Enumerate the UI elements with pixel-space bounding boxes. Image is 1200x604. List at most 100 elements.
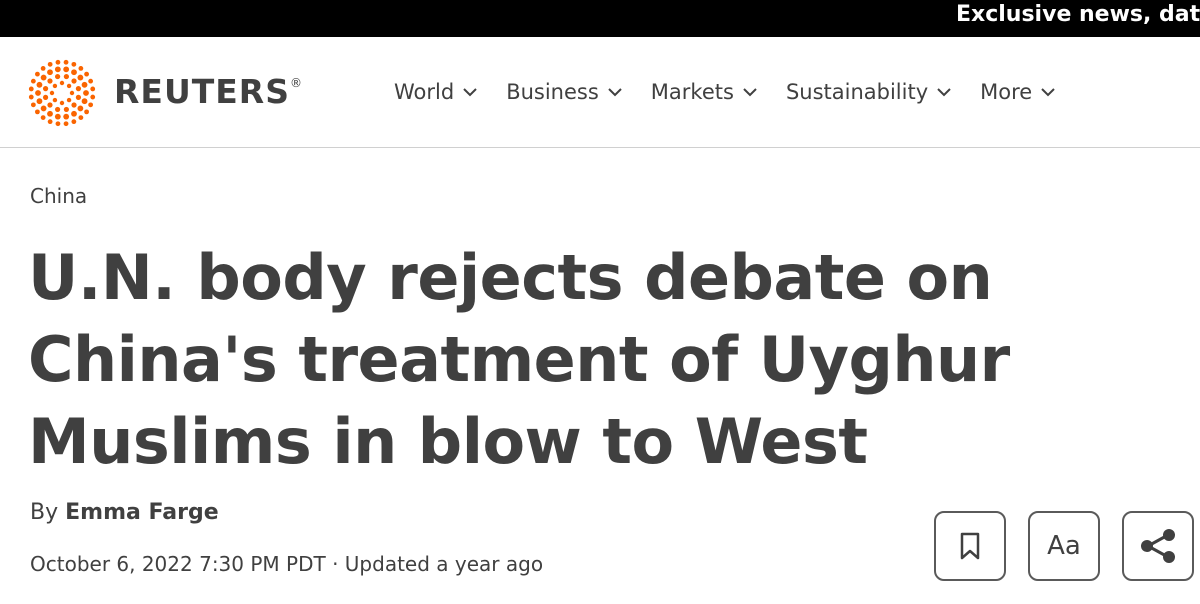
nav-item-business[interactable]: Business xyxy=(506,76,623,108)
logo-dot xyxy=(77,105,84,112)
author-link[interactable]: Emma Farge xyxy=(65,500,218,525)
logo-dot xyxy=(71,69,77,76)
share-button[interactable] xyxy=(1122,511,1194,581)
logo-dot xyxy=(71,78,77,84)
logo-dot xyxy=(63,59,69,65)
logo-dot xyxy=(90,94,96,100)
logo-dot xyxy=(30,78,36,84)
main-nav: World Business Markets Sustainability Mo… xyxy=(394,76,1084,108)
nav-item-markets[interactable]: Markets xyxy=(651,76,758,108)
logo-dot xyxy=(47,119,53,125)
logo-dot xyxy=(30,102,36,108)
nav-label: Sustainability xyxy=(785,80,929,104)
logo-dot xyxy=(47,78,53,84)
logo-dot xyxy=(71,102,77,108)
logo-dot xyxy=(35,71,40,77)
logo-dot xyxy=(55,106,61,113)
logo-dot xyxy=(71,119,77,125)
logo-dot xyxy=(78,66,84,71)
logo-registered-mark: ® xyxy=(289,76,303,90)
reuters-logo-mark-icon xyxy=(28,59,96,127)
logo-dot xyxy=(36,81,43,88)
nav-label: More xyxy=(980,80,1033,104)
logo-dot xyxy=(42,86,49,92)
logo-dot xyxy=(54,66,61,73)
logo-dot xyxy=(84,71,89,77)
chevron-down-icon xyxy=(1041,88,1055,97)
logo-dot xyxy=(52,97,58,103)
logo-dot xyxy=(47,61,53,67)
logo-dot xyxy=(28,86,34,92)
top-promo-bar[interactable]: Exclusive news, data ar xyxy=(0,0,1200,37)
logo-dot xyxy=(35,109,40,115)
logo-dot xyxy=(36,98,43,105)
logo-dot xyxy=(54,113,61,120)
logo-text: REUTERS xyxy=(114,72,290,111)
chevron-down-icon xyxy=(463,88,477,97)
logo-dot xyxy=(81,81,88,88)
logo-dot xyxy=(71,61,77,67)
logo-dot xyxy=(40,105,47,112)
logo-dot xyxy=(66,97,72,103)
logo-dot xyxy=(63,66,70,73)
updated-time: Updated a year ago xyxy=(344,552,544,576)
promo-text[interactable]: Exclusive news, data ar xyxy=(956,1,1200,29)
nav-item-more[interactable]: More xyxy=(980,76,1056,108)
logo-dot xyxy=(63,73,69,80)
logo-dot xyxy=(55,121,61,127)
byline-prefix: By xyxy=(30,500,59,525)
article-headline: U.N. body rejects debate on China's trea… xyxy=(28,241,1010,478)
chevron-down-icon xyxy=(608,88,622,97)
logo-dot xyxy=(40,115,46,120)
logo-wordmark: REUTERS® xyxy=(114,72,303,111)
logo-dot xyxy=(52,83,58,89)
logo-dot xyxy=(78,115,84,120)
publish-date: October 6, 2022 7:30 PM PDT xyxy=(30,552,326,576)
logo-dot xyxy=(49,90,55,96)
logo-dot xyxy=(35,90,41,96)
logo-dot xyxy=(84,109,89,115)
logo-dot xyxy=(47,110,53,117)
logo-dot xyxy=(77,74,84,81)
chevron-down-icon xyxy=(937,88,951,97)
section-label[interactable]: China xyxy=(30,184,87,208)
logo-dot xyxy=(59,80,65,86)
logo-dot xyxy=(88,78,94,84)
logo-dot xyxy=(75,86,82,92)
logo-dot xyxy=(28,94,34,100)
byline: By Emma Farge xyxy=(30,500,219,525)
bookmark-button[interactable] xyxy=(934,511,1006,581)
logo-dot xyxy=(71,110,77,117)
logo-dot xyxy=(90,86,96,92)
share-icon xyxy=(1141,529,1175,563)
bookmark-icon xyxy=(960,532,980,560)
nav-item-sustainability[interactable]: Sustainability xyxy=(786,76,952,108)
nav-label: Business xyxy=(506,80,599,104)
logo-dot xyxy=(63,121,69,127)
logo-dot xyxy=(47,102,53,108)
dateline: October 6, 2022 7:30 PM PDT · Updated a … xyxy=(30,552,543,576)
logo-dot xyxy=(83,90,89,96)
logo-dot xyxy=(88,102,94,108)
logo-dot xyxy=(69,90,75,96)
logo-dot xyxy=(55,59,61,65)
logo-dot xyxy=(40,74,47,81)
nav-item-world[interactable]: World xyxy=(394,76,478,108)
logo-dot xyxy=(63,106,69,113)
logo-dot xyxy=(47,69,53,76)
logo-dot xyxy=(63,113,70,120)
logo-dot xyxy=(55,73,61,80)
logo-dot xyxy=(81,98,88,105)
logo-dot xyxy=(42,94,49,100)
logo-dot xyxy=(66,83,72,89)
logo-dot xyxy=(75,94,82,100)
date-separator: · xyxy=(332,552,339,576)
nav-label: Markets xyxy=(650,80,734,104)
text-size-label: Aa xyxy=(1047,531,1081,561)
nav-label: World xyxy=(394,80,455,104)
chevron-down-icon xyxy=(743,88,757,97)
reuters-logo[interactable]: REUTERS® xyxy=(26,58,302,128)
text-size-button[interactable]: Aa xyxy=(1028,511,1100,581)
site-header: REUTERS® World Business Markets Sustaina… xyxy=(0,37,1200,148)
logo-dot xyxy=(59,100,65,106)
